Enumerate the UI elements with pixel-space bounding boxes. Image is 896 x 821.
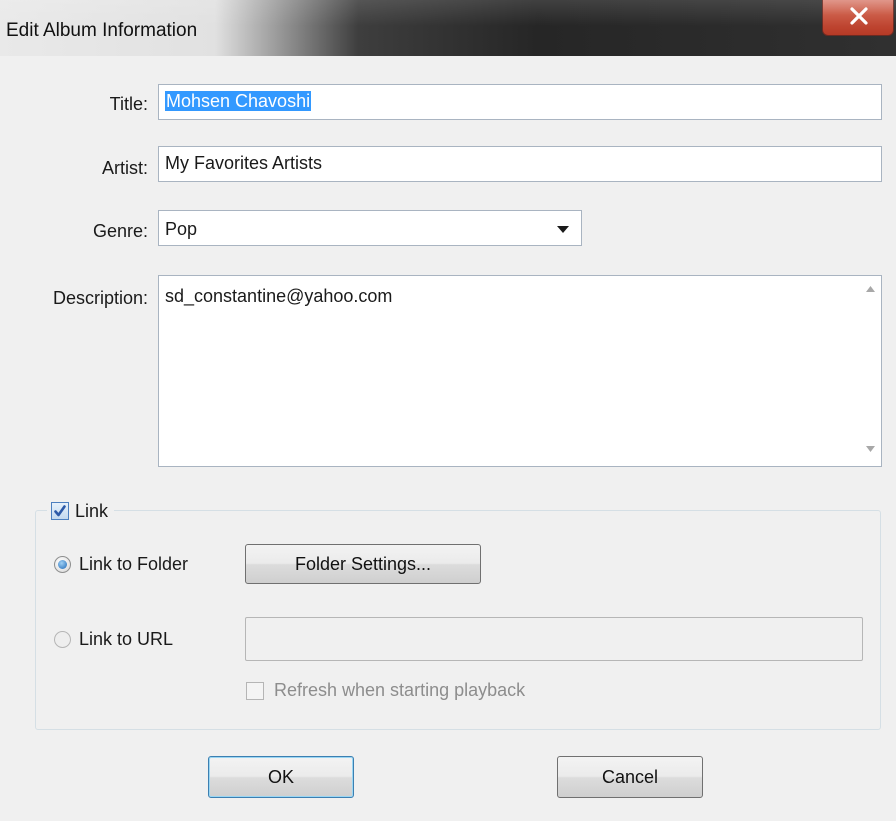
artist-input[interactable]: My Favorites Artists — [158, 146, 882, 182]
artist-label: Artist: — [101, 158, 148, 178]
refresh-label: Refresh when starting playback — [274, 680, 526, 700]
scroll-up-icon[interactable] — [866, 286, 875, 292]
description-value: sd_constantine@yahoo.com — [165, 286, 393, 306]
refresh-checkbox-row[interactable]: Refresh when starting playback — [246, 680, 525, 701]
artist-value: My Favorites Artists — [165, 153, 323, 173]
link-checkbox-row[interactable]: Link — [47, 498, 115, 524]
scroll-down-icon[interactable] — [866, 446, 875, 452]
link-label: Link — [75, 500, 109, 521]
title-label: Title: — [109, 94, 148, 114]
genre-value: Pop — [165, 219, 198, 239]
window-title: Edit Album Information — [6, 20, 198, 41]
link-to-url-label: Link to URL — [79, 629, 174, 649]
description-textarea[interactable]: sd_constantine@yahoo.com — [158, 275, 882, 467]
link-to-url-radio[interactable] — [54, 631, 71, 648]
link-to-folder-label: Link to Folder — [79, 554, 189, 574]
genre-select[interactable]: Pop — [158, 210, 582, 246]
close-button[interactable] — [822, 0, 894, 36]
title-bar[interactable]: Edit Album Information — [0, 0, 896, 56]
checkmark-icon — [54, 505, 66, 517]
title-input[interactable]: Mohsen Chavoshi — [158, 84, 882, 120]
title-value: Mohsen Chavoshi — [165, 91, 312, 111]
close-icon — [850, 7, 868, 25]
ok-button[interactable]: OK — [208, 756, 354, 798]
folder-settings-button[interactable]: Folder Settings... — [245, 544, 481, 584]
link-to-folder-radio-row[interactable]: Link to Folder — [54, 554, 188, 575]
genre-label: Genre: — [92, 221, 148, 241]
link-to-url-radio-row[interactable]: Link to URL — [54, 629, 173, 650]
description-label: Description: — [52, 288, 148, 308]
link-checkbox[interactable] — [51, 502, 69, 520]
description-scrollbar[interactable] — [861, 276, 881, 466]
chevron-down-icon — [557, 226, 569, 233]
url-input[interactable] — [245, 617, 863, 661]
refresh-checkbox[interactable] — [246, 681, 264, 700]
cancel-button[interactable]: Cancel — [557, 756, 703, 798]
link-to-folder-radio[interactable] — [54, 556, 71, 573]
